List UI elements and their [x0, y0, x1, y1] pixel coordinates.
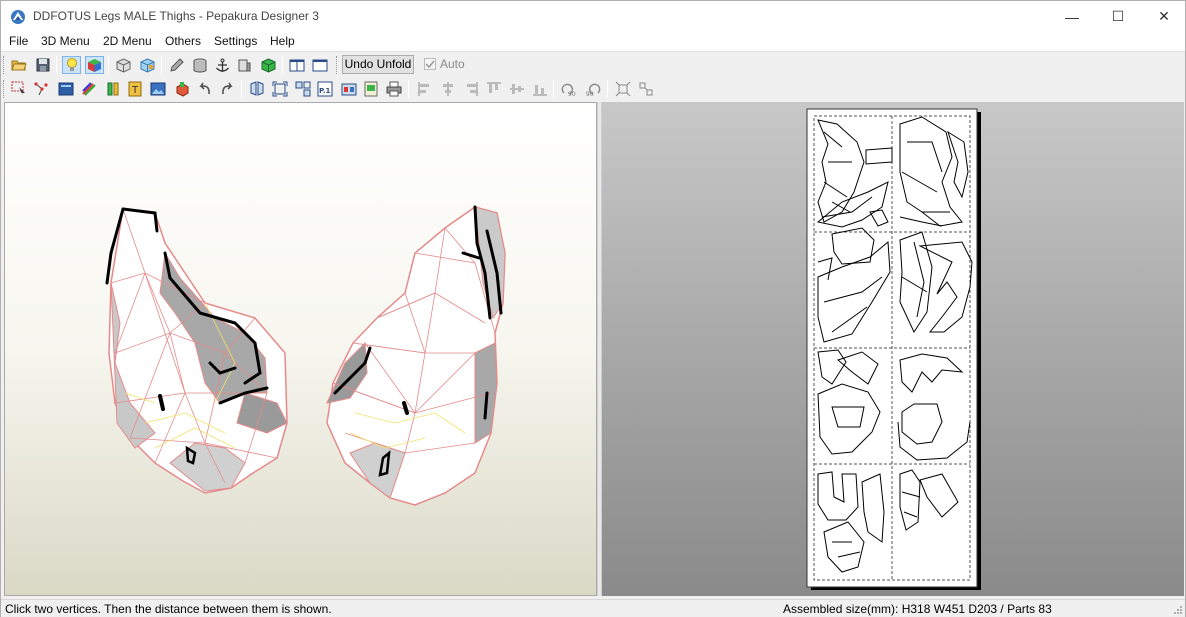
window-title: DDFOTUS Legs MALE Thighs - Pepakura Desi… — [33, 9, 319, 23]
image-icon[interactable] — [148, 80, 167, 98]
print-preview-icon[interactable] — [361, 80, 380, 98]
resize-grip-icon[interactable] — [1173, 605, 1183, 615]
layer-icon[interactable] — [172, 80, 191, 98]
frame-icon[interactable] — [270, 80, 289, 98]
menu-settings[interactable]: Settings — [214, 34, 257, 48]
minimize-button[interactable]: — — [1049, 1, 1095, 32]
auto-label: Auto — [440, 57, 465, 71]
edge-edit-icon[interactable] — [32, 80, 51, 98]
print-layout-icon[interactable] — [339, 80, 358, 98]
green-cube-icon[interactable] — [259, 56, 278, 74]
toolbar-secondary: T P.1 90 90 — [1, 77, 661, 101]
menu-bar: File 3D Menu 2D Menu Others Settings Hel… — [1, 32, 1185, 52]
box-wire-icon[interactable] — [114, 56, 133, 74]
svg-text:90: 90 — [568, 91, 576, 97]
undo-unfold-button[interactable]: Undo Unfold — [342, 55, 414, 74]
align-center-icon[interactable] — [438, 80, 457, 98]
right-thigh-model — [326, 205, 506, 506]
menu-3d[interactable]: 3D Menu — [41, 34, 90, 48]
align-top-icon[interactable] — [484, 80, 503, 98]
menu-2d[interactable]: 2D Menu — [103, 34, 152, 48]
minimize-icon: — — [1065, 8, 1079, 25]
2d-view-pane[interactable] — [602, 102, 1184, 596]
anchor-icon[interactable] — [213, 56, 232, 74]
close-icon: ✕ — [1158, 8, 1170, 24]
align-middle-icon[interactable] — [507, 80, 526, 98]
printer-icon[interactable] — [384, 80, 403, 98]
mirror-icon[interactable] — [247, 80, 266, 98]
cylinder-icon[interactable] — [190, 56, 209, 74]
assembled-size: Assembled size(mm): H318 W451 D203 / Par… — [783, 602, 1052, 616]
undo-arrow-icon[interactable] — [194, 80, 213, 98]
title-bar: DDFOTUS Legs MALE Thighs - Pepakura Desi… — [1, 1, 1185, 32]
color-cube-icon[interactable] — [85, 56, 104, 74]
close-button[interactable]: ✕ — [1141, 1, 1186, 32]
texture-icon[interactable] — [56, 80, 75, 98]
svg-text:90: 90 — [586, 91, 594, 97]
rotate-90-right-icon[interactable]: 90 — [583, 80, 602, 98]
align-left-icon[interactable] — [415, 80, 434, 98]
text-icon[interactable]: T — [125, 80, 144, 98]
2d-pattern-canvas[interactable] — [602, 102, 1184, 596]
rainbow-icon[interactable] — [79, 80, 98, 98]
join-icon[interactable] — [103, 80, 122, 98]
svg-text:T: T — [131, 85, 139, 96]
app-window: DDFOTUS Legs MALE Thighs - Pepakura Desi… — [0, 0, 1186, 617]
pepakura-logo-icon — [11, 10, 25, 24]
book-icon[interactable] — [235, 56, 254, 74]
save-icon[interactable] — [33, 56, 52, 74]
select-icon[interactable] — [9, 80, 28, 98]
redo-arrow-icon[interactable] — [218, 80, 237, 98]
rotate-90-left-icon[interactable]: 90 — [559, 80, 578, 98]
split-view-icon[interactable] — [287, 56, 306, 74]
arrange-icon[interactable] — [636, 80, 655, 98]
single-view-icon[interactable] — [310, 56, 329, 74]
auto-check-icon — [424, 58, 436, 70]
page-number-icon[interactable]: P.1 — [315, 80, 334, 98]
fit-icon[interactable] — [613, 80, 632, 98]
menu-others[interactable]: Others — [165, 34, 201, 48]
box-texture-icon[interactable] — [138, 56, 157, 74]
auto-checkbox[interactable]: Auto — [424, 57, 465, 71]
align-right-icon[interactable] — [461, 80, 480, 98]
menu-file[interactable]: File — [9, 34, 28, 48]
svg-text:P.1: P.1 — [319, 87, 331, 95]
toolbar-grip — [3, 56, 6, 74]
lightbulb-icon[interactable] — [62, 56, 81, 74]
maximize-button[interactable]: ☐ — [1095, 1, 1141, 32]
maximize-icon: ☐ — [1111, 8, 1125, 24]
3d-model-canvas[interactable] — [5, 103, 597, 596]
status-hint: Click two vertices. Then the distance be… — [5, 602, 332, 616]
menu-help[interactable]: Help — [270, 34, 295, 48]
toolbar-main — [1, 53, 487, 77]
align-bottom-icon[interactable] — [530, 80, 549, 98]
open-folder-icon[interactable] — [9, 56, 28, 74]
3d-view-pane[interactable] — [4, 102, 597, 596]
pencil-icon[interactable] — [167, 56, 186, 74]
pieces-icon[interactable] — [293, 80, 312, 98]
left-thigh-model — [105, 207, 288, 494]
status-bar: Click two vertices. Then the distance be… — [1, 599, 1185, 617]
